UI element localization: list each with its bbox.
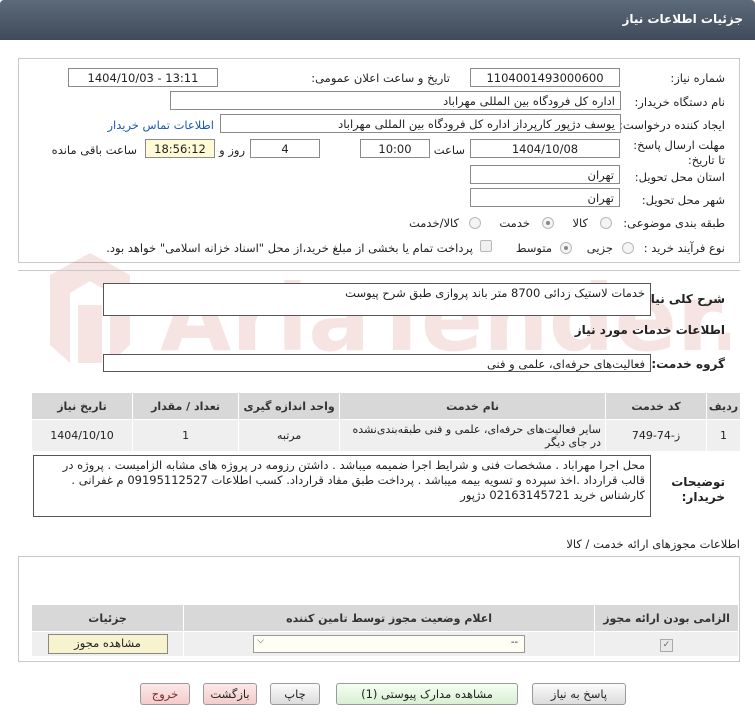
process-radio-medium[interactable] [560, 242, 572, 254]
announce-label: تاریخ و ساعت اعلان عمومی: [311, 71, 450, 85]
col-permit-required: الزامی بودن ارائه مجوز [594, 604, 739, 632]
cell-permit-status: ⌵ -- [183, 631, 596, 657]
back-button[interactable]: بازگشت [203, 683, 257, 705]
payment-note: پرداخت تمام یا بخشی از مبلغ خرید،از محل … [106, 241, 473, 255]
treasury-payment-checkbox[interactable] [480, 240, 492, 252]
need-number-label: شماره نیاز: [670, 71, 725, 85]
services-table: ردیف کد خدمت نام خدمت واحد اندازه گیری ت… [30, 392, 741, 452]
print-button[interactable]: چاپ [270, 683, 320, 705]
page-header: جزئیات اطلاعات نیاز [0, 0, 755, 40]
permit-required-check-icon: ✓ [660, 638, 674, 652]
city-field: تهران [470, 188, 620, 207]
category-radio-goods-service[interactable] [469, 217, 481, 229]
col-need-date: تاریخ نیاز [30, 392, 134, 420]
col-quantity: تعداد / مقدار [132, 392, 240, 420]
permits-title: اطلاعات مجوزهای ارائه خدمت / کالا [566, 537, 740, 551]
category-radio-goods[interactable] [600, 217, 612, 229]
summary-label: شرح کلی نیاز: [639, 292, 725, 306]
service-group-label: گروه خدمت: [651, 357, 725, 371]
province-field: تهران [470, 165, 620, 184]
col-unit: واحد اندازه گیری [238, 392, 341, 420]
contact-buyer-link[interactable]: اطلاعات تماس خریدار [107, 118, 214, 132]
cell-need-date: 1404/10/10 [30, 419, 134, 452]
services-table-wrap: ردیف کد خدمت نام خدمت واحد اندازه گیری ت… [30, 392, 741, 452]
buyer-notes-field: محل اجرا مهراباد . مشخصات فنی و شرایط اج… [33, 455, 651, 517]
category-label: طبقه بندی موضوعی: [623, 216, 725, 230]
remaining-label: ساعت باقی مانده [51, 143, 137, 157]
days-label: روز و [219, 143, 245, 157]
remaining-time-field: 18:56:12 [145, 139, 215, 158]
cell-row: 1 [706, 419, 741, 452]
exit-button[interactable]: خروج [140, 683, 190, 705]
permit-status-value: -- [510, 637, 519, 648]
permit-status-select[interactable]: ⌵ -- [253, 635, 526, 653]
deadline-time-field: 10:00 [360, 139, 430, 158]
services-section-title: اطلاعات خدمات مورد نیاز [574, 323, 725, 337]
buyer-org-label: نام دستگاه خریدار: [634, 95, 725, 109]
need-info-panel [18, 58, 740, 263]
need-number-field: 1104001493000600 [470, 68, 620, 87]
reply-to-need-button[interactable]: پاسخ به نیاز [532, 683, 626, 705]
col-service-code: کد خدمت [605, 392, 707, 420]
category-option-service: خدمت [499, 216, 530, 230]
col-service-name: نام خدمت [339, 392, 607, 420]
category-option-goods: کالا [572, 216, 588, 230]
creator-field: یوسف دژپور کارپرداز اداره کل فرودگاه بین… [220, 114, 621, 133]
cell-unit: مرتبه [238, 419, 341, 452]
category-option-goods-service: کالا/خدمت [408, 216, 459, 230]
permits-table: الزامی بودن ارائه مجوز اعلام وضعیت مجوز … [30, 604, 739, 657]
announce-field: 1404/10/03 - 13:11 [68, 68, 218, 87]
buyer-org-field: اداره کل فرودگاه بین المللی مهراباد [170, 91, 621, 110]
table-row: 1 ز-74-749 سایر فعالیت‌های حرفه‌ای، علمی… [30, 419, 741, 452]
page-title: جزئیات اطلاعات نیاز [622, 12, 743, 26]
process-radio-partial[interactable] [622, 242, 634, 254]
cell-quantity: 1 [132, 419, 240, 452]
city-label: شهر محل تحویل: [641, 193, 725, 207]
permits-table-header: الزامی بودن ارائه مجوز اعلام وضعیت مجوز … [30, 604, 739, 632]
col-permit-details: جزئیات [30, 604, 185, 632]
cell-service-name: سایر فعالیت‌های حرفه‌ای، علمی و فنی طبقه… [339, 419, 607, 452]
cell-service-code: ز-74-749 [605, 419, 707, 452]
table-row: ✓ ⌵ -- مشاهده مجوز [30, 631, 739, 657]
chevron-down-icon: ⌵ [257, 636, 264, 646]
deadline-time-label: ساعت [433, 143, 465, 157]
permits-table-wrap: الزامی بودن ارائه مجوز اعلام وضعیت مجوز … [30, 604, 739, 657]
service-group-field: فعالیت‌های حرفه‌ای، علمی و فنی [103, 354, 651, 372]
days-field: 4 [250, 139, 320, 158]
category-radio-service[interactable] [542, 217, 554, 229]
buyer-notes-label: توضیحات خریدار: [671, 475, 725, 504]
creator-label: ایجاد کننده درخواست: [619, 118, 725, 132]
view-attachments-button[interactable]: مشاهده مدارک پیوستی (1) [336, 683, 518, 705]
services-table-header: ردیف کد خدمت نام خدمت واحد اندازه گیری ت… [30, 392, 741, 420]
col-permit-status: اعلام وضعیت مجوز توسط تامین کننده [183, 604, 596, 632]
process-label: نوع فرآیند خرید : [643, 241, 725, 255]
col-row: ردیف [706, 392, 741, 420]
province-label: استان محل تحویل: [634, 170, 725, 184]
cell-permit-required: ✓ [594, 631, 739, 657]
deadline-date-field: 1404/10/08 [470, 139, 620, 158]
deadline-label: مهلت ارسال پاسخ: تا تاریخ: [633, 138, 725, 167]
view-permit-button[interactable]: مشاهده مجوز [47, 634, 168, 654]
summary-field: خدمات لاستیک زدائی 8700 متر باند پروازی … [103, 283, 651, 316]
cell-permit-details: مشاهده مجوز [30, 631, 185, 657]
process-option-medium: متوسط [515, 241, 552, 255]
process-option-partial: جزیی [586, 241, 613, 255]
